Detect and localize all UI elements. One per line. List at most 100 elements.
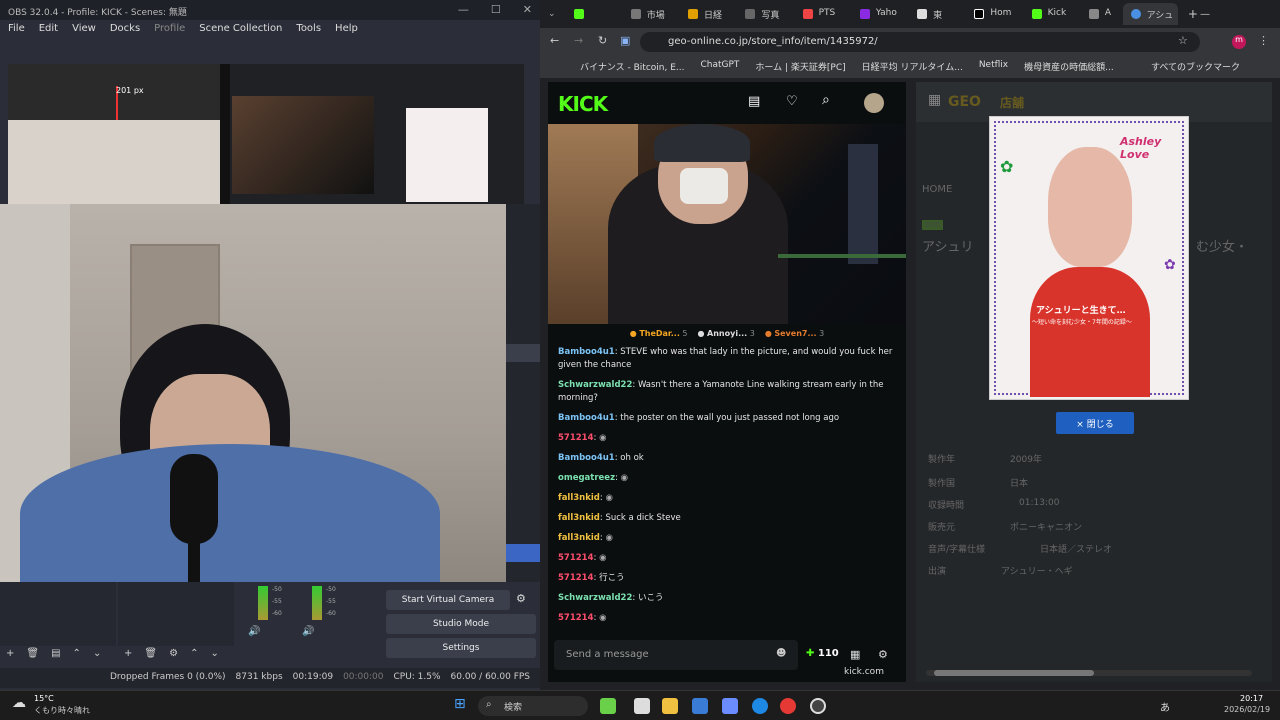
app-icon[interactable] xyxy=(600,698,616,714)
chat-username[interactable]: 571214 xyxy=(558,613,594,623)
obs-icon[interactable] xyxy=(810,698,826,714)
tab-5[interactable]: PTS xyxy=(795,3,850,25)
more-icon[interactable]: ⋮ xyxy=(1258,34,1269,47)
tab-7[interactable]: 東 xyxy=(909,3,964,25)
chat-username[interactable]: omegatreez xyxy=(558,473,615,483)
tab-9[interactable]: Kick xyxy=(1024,3,1079,25)
menu-view[interactable]: View xyxy=(72,23,96,37)
start-virtual-camera-button[interactable]: Start Virtual Camera xyxy=(386,590,510,610)
bookmark-nikkei[interactable]: 日経平均 リアルタイム... xyxy=(862,60,963,74)
clock-time[interactable]: 20:17 xyxy=(1240,694,1263,703)
chat-username[interactable]: Schwarzwald22 xyxy=(558,593,632,603)
tab-10[interactable]: A xyxy=(1081,3,1121,25)
search-icon[interactable]: ⌕ xyxy=(822,92,830,108)
url-input[interactable]: geo-online.co.jp/store_info/item/1435972… xyxy=(640,32,1200,52)
trash-icon[interactable]: 🗑 xyxy=(26,648,39,659)
geo-logo[interactable]: GEO xyxy=(948,94,981,110)
menu-edit[interactable]: Edit xyxy=(39,23,58,37)
following-icon[interactable]: ▤ xyxy=(748,94,760,109)
tab-4[interactable]: 写真 xyxy=(737,3,792,25)
bookmark-netflix[interactable]: Netflix xyxy=(979,60,1008,74)
obs-preview-canvas[interactable]: 201 px xyxy=(8,64,524,204)
horizontal-scrollbar[interactable] xyxy=(926,670,1252,676)
chat-username[interactable]: fall3nkid xyxy=(558,493,600,503)
menu-scene-collection[interactable]: Scene Collection xyxy=(199,23,282,37)
volume-icon[interactable]: 🔊 xyxy=(248,626,260,637)
gear-icon[interactable]: ⚙ xyxy=(169,648,178,659)
file-explorer-icon[interactable] xyxy=(662,698,678,714)
scrollbar-thumb[interactable] xyxy=(934,670,1094,676)
menu-docks[interactable]: Docks xyxy=(110,23,140,37)
menu-tools[interactable]: Tools xyxy=(296,23,321,37)
close-icon[interactable]: ✕ xyxy=(523,3,532,16)
stream-video[interactable] xyxy=(548,124,906,324)
leader-3[interactable]: ● Seven7... 3 xyxy=(765,329,824,346)
chat-username[interactable]: fall3nkid xyxy=(558,513,600,523)
edge-icon[interactable] xyxy=(752,698,768,714)
chat-username[interactable]: Bamboo4u1 xyxy=(558,413,615,423)
maximize-icon[interactable]: ☐ xyxy=(491,3,501,16)
bookmark-chatgpt[interactable]: ChatGPT xyxy=(700,60,739,74)
add-icon[interactable]: + xyxy=(6,648,14,659)
emoji-icon[interactable]: ☻ xyxy=(776,648,786,659)
bookmark-market-cap[interactable]: 機母資産の時価総額... xyxy=(1024,60,1114,74)
kick-logo[interactable]: KICK xyxy=(558,92,608,116)
task-view-icon[interactable] xyxy=(634,698,650,714)
new-tab-button[interactable]: + xyxy=(1188,7,1198,21)
down-arrow-icon[interactable]: ⌄ xyxy=(93,648,101,659)
bookmark-star-icon[interactable]: ☆ xyxy=(1178,34,1188,47)
close-modal-button[interactable]: × 閉じる xyxy=(1056,412,1134,434)
gear-icon[interactable]: ⚙ xyxy=(878,648,888,661)
store-icon[interactable] xyxy=(692,698,708,714)
settings-button[interactable]: Settings xyxy=(386,638,536,658)
heart-icon[interactable]: ♡ xyxy=(786,94,798,109)
up-arrow-icon[interactable]: ⌃ xyxy=(73,648,81,659)
chat-username[interactable]: Bamboo4u1 xyxy=(558,347,615,357)
breadcrumb-home[interactable]: HOME xyxy=(922,184,952,195)
chat-username[interactable]: 571214 xyxy=(558,433,594,443)
filter-icon[interactable]: ▤ xyxy=(51,648,60,659)
studio-mode-button[interactable]: Studio Mode xyxy=(386,614,536,634)
leader-2[interactable]: ● Annoyi... 3 xyxy=(698,329,755,346)
chat-username[interactable]: 571214 xyxy=(558,573,594,583)
tab-6[interactable]: Yaho xyxy=(852,3,907,25)
minimize-icon[interactable]: — xyxy=(1200,9,1210,20)
forward-icon[interactable]: → xyxy=(574,34,583,47)
reload-icon[interactable]: ↻ xyxy=(598,34,607,47)
bookmark-binance[interactable]: バイナンス - Bitcoin, E... xyxy=(580,60,684,74)
trash-icon[interactable]: 🗑 xyxy=(144,648,157,659)
tab-8[interactable]: Hom xyxy=(966,3,1021,25)
gear-icon[interactable]: ⚙ xyxy=(516,592,526,605)
tab-3[interactable]: 日経 xyxy=(680,3,735,25)
weather-icon[interactable]: ☁ xyxy=(12,695,26,711)
menu-file[interactable]: File xyxy=(8,23,25,37)
clock-date[interactable]: 2026/02/19 xyxy=(1224,705,1270,714)
menu-help[interactable]: Help xyxy=(335,23,358,37)
menu-profile[interactable]: Profile xyxy=(154,23,185,37)
tab-2[interactable]: 市場 xyxy=(623,3,678,25)
tab-search-icon[interactable]: ⌄ xyxy=(548,9,564,19)
copilot-icon[interactable] xyxy=(722,698,738,714)
ime-indicator[interactable]: あ xyxy=(1160,699,1170,714)
add-icon[interactable]: + xyxy=(124,648,132,659)
chrome-icon[interactable] xyxy=(780,698,796,714)
tab-search-icon[interactable]: ▣ xyxy=(620,34,630,47)
grid-menu-icon[interactable]: ▦ xyxy=(928,92,941,108)
tab-1[interactable] xyxy=(566,3,621,25)
all-bookmarks[interactable]: すべてのブックマーク xyxy=(1151,60,1240,74)
channel-points[interactable]: ✚ 110 xyxy=(806,648,839,659)
gift-icon[interactable]: ▦ xyxy=(850,648,860,661)
chat-username[interactable]: Bamboo4u1 xyxy=(558,453,615,463)
minimize-icon[interactable]: — xyxy=(458,3,469,16)
taskbar-search[interactable]: ⌕ 検索 xyxy=(478,696,588,716)
profile-avatar[interactable]: m xyxy=(1232,35,1246,49)
chat-username[interactable]: 571214 xyxy=(558,553,594,563)
down-arrow-icon[interactable]: ⌄ xyxy=(210,648,218,659)
chat-username[interactable]: fall3nkid xyxy=(558,533,600,543)
leader-1[interactable]: ● TheDar... 5 xyxy=(630,329,688,346)
back-icon[interactable]: ← xyxy=(550,34,559,47)
avatar[interactable] xyxy=(864,93,884,113)
chat-username[interactable]: Schwarzwald22 xyxy=(558,380,632,390)
volume-icon[interactable]: 🔊 xyxy=(302,626,314,637)
send-message-input[interactable]: Send a message xyxy=(554,640,798,670)
